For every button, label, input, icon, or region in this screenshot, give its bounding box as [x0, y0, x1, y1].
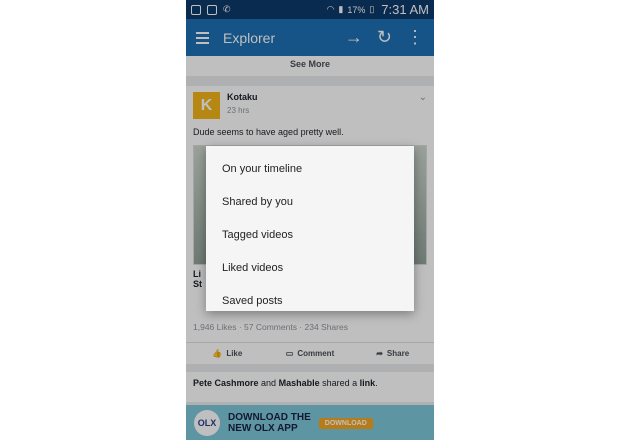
video-filter-menu: On your timeline Shared by you Tagged vi…	[206, 146, 414, 311]
menu-item-liked-videos[interactable]: Liked videos	[206, 251, 414, 284]
menu-item-shared-by-you[interactable]: Shared by you	[206, 185, 414, 218]
menu-item-saved-posts[interactable]: Saved posts	[206, 284, 414, 317]
menu-item-tagged-videos[interactable]: Tagged videos	[206, 218, 414, 251]
menu-item-on-your-timeline[interactable]: On your timeline	[206, 152, 414, 185]
